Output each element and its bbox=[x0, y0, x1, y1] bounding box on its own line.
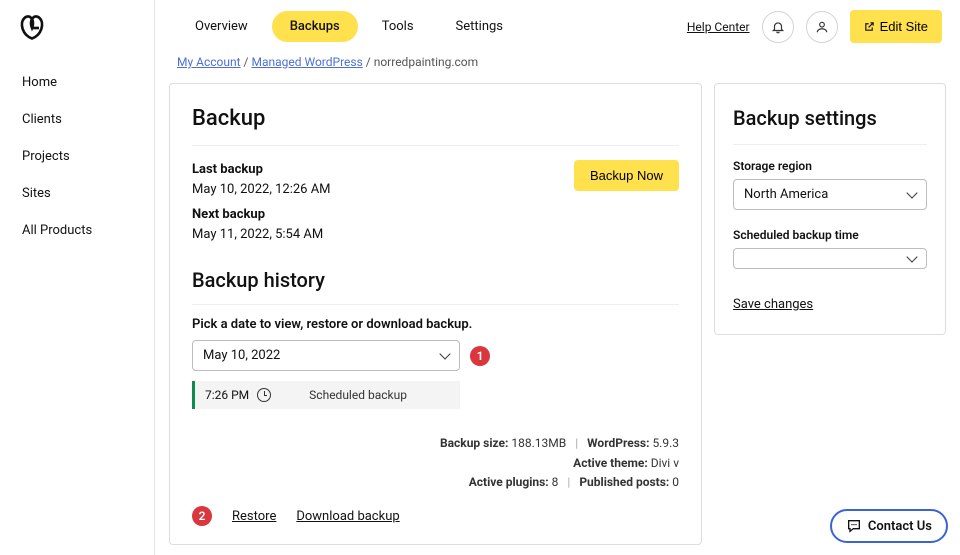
clock-icon bbox=[257, 388, 271, 402]
breadcrumb-managed-wordpress[interactable]: Managed WordPress bbox=[251, 55, 362, 69]
tab-tools[interactable]: Tools bbox=[364, 11, 432, 42]
topbar: Overview Backups Tools Settings Help Cen… bbox=[155, 0, 960, 49]
chevron-down-icon bbox=[906, 251, 917, 262]
contact-us-label: Contact Us bbox=[868, 519, 932, 534]
last-backup-value: May 10, 2022, 12:26 AM bbox=[192, 180, 331, 200]
backup-status: Last backup May 10, 2022, 12:26 AM Next … bbox=[192, 160, 331, 244]
backup-card: Backup Last backup May 10, 2022, 12:26 A… bbox=[169, 83, 702, 545]
contact-us-button[interactable]: Contact Us bbox=[830, 509, 948, 543]
storage-region-value: North America bbox=[744, 187, 828, 202]
storage-region-label: Storage region bbox=[733, 159, 927, 173]
edit-site-label: Edit Site bbox=[880, 19, 928, 34]
wordpress-value: 5.9.3 bbox=[652, 436, 679, 450]
tab-backups[interactable]: Backups bbox=[272, 11, 358, 42]
backup-now-button[interactable]: Backup Now bbox=[574, 160, 679, 191]
backup-settings-card: Backup settings Storage region North Ame… bbox=[714, 83, 946, 335]
annotation-badge-2: 2 bbox=[192, 506, 212, 526]
external-link-icon bbox=[864, 21, 875, 32]
bell-icon bbox=[771, 20, 785, 34]
sidebar: Home Clients Projects Sites All Products bbox=[0, 0, 155, 555]
chat-icon bbox=[846, 518, 862, 534]
chevron-down-icon bbox=[906, 187, 917, 198]
active-theme-value: Divi v bbox=[651, 456, 679, 470]
sidebar-item-projects[interactable]: Projects bbox=[0, 138, 154, 175]
godaddy-logo-icon bbox=[18, 14, 46, 42]
backup-settings-title: Backup settings bbox=[733, 106, 927, 145]
download-backup-link[interactable]: Download backup bbox=[296, 509, 399, 524]
tab-overview[interactable]: Overview bbox=[177, 11, 266, 42]
breadcrumb-my-account[interactable]: My Account bbox=[177, 55, 241, 69]
next-backup-value: May 11, 2022, 5:54 AM bbox=[192, 225, 331, 245]
edit-site-button[interactable]: Edit Site bbox=[850, 10, 942, 43]
backup-entry-row[interactable]: 7:26 PM Scheduled backup bbox=[192, 381, 460, 409]
backup-size-value: 188.13MB bbox=[511, 436, 566, 450]
sidebar-item-home[interactable]: Home bbox=[0, 64, 154, 101]
sidebar-nav: Home Clients Projects Sites All Products bbox=[0, 64, 154, 249]
scheduled-backup-time-label: Scheduled backup time bbox=[733, 228, 927, 242]
wordpress-label: WordPress: bbox=[587, 436, 649, 450]
help-center-link[interactable]: Help Center bbox=[687, 20, 750, 34]
active-plugins-label: Active plugins: bbox=[469, 475, 549, 489]
backup-size-label: Backup size: bbox=[440, 436, 508, 450]
sidebar-item-sites[interactable]: Sites bbox=[0, 175, 154, 212]
restore-link[interactable]: Restore bbox=[232, 509, 276, 524]
active-plugins-value: 8 bbox=[552, 475, 559, 489]
tab-settings[interactable]: Settings bbox=[438, 11, 521, 42]
storage-region-select[interactable]: North America bbox=[733, 179, 927, 210]
save-changes-link[interactable]: Save changes bbox=[733, 297, 813, 312]
account-button[interactable] bbox=[806, 11, 838, 43]
sidebar-item-clients[interactable]: Clients bbox=[0, 101, 154, 138]
breadcrumb: My Account / Managed WordPress / norredp… bbox=[155, 49, 960, 83]
notifications-button[interactable] bbox=[762, 11, 794, 43]
backup-entry-time: 7:26 PM bbox=[205, 388, 249, 402]
scheduled-backup-time-select[interactable] bbox=[733, 248, 927, 269]
backup-meta: Backup size: 188.13MB | WordPress: 5.9.3… bbox=[192, 434, 679, 492]
tabs: Overview Backups Tools Settings bbox=[177, 11, 521, 42]
logo[interactable] bbox=[0, 0, 154, 64]
pick-date-label: Pick a date to view, restore or download… bbox=[192, 317, 679, 332]
user-icon bbox=[815, 20, 829, 34]
date-select-value: May 10, 2022 bbox=[203, 348, 280, 363]
active-theme-label: Active theme: bbox=[573, 456, 648, 470]
backup-entry-type: Scheduled backup bbox=[309, 388, 407, 402]
breadcrumb-current: norredpainting.com bbox=[374, 55, 478, 69]
next-backup-label: Next backup bbox=[192, 207, 265, 222]
backup-history-title: Backup history bbox=[192, 268, 679, 305]
published-posts-label: Published posts: bbox=[579, 475, 669, 489]
annotation-badge-1: 1 bbox=[470, 346, 490, 366]
main: Overview Backups Tools Settings Help Cen… bbox=[155, 0, 960, 555]
sidebar-item-all-products[interactable]: All Products bbox=[0, 212, 154, 249]
date-select[interactable]: May 10, 2022 bbox=[192, 340, 460, 371]
breadcrumb-sep: / bbox=[366, 55, 374, 69]
last-backup-label: Last backup bbox=[192, 162, 263, 177]
backup-title: Backup bbox=[192, 106, 679, 146]
published-posts-value: 0 bbox=[672, 475, 679, 489]
chevron-down-icon bbox=[439, 348, 450, 359]
